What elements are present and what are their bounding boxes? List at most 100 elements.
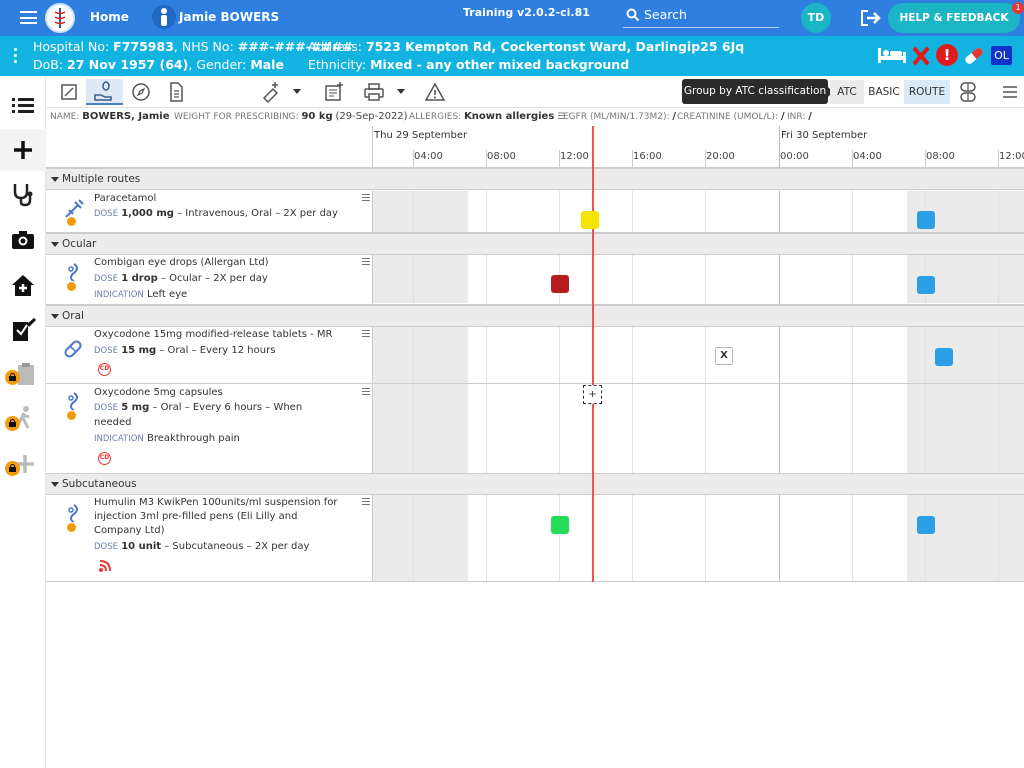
search-label: Search: [644, 7, 687, 22]
pill-icon[interactable]: [962, 44, 986, 68]
current-time-line: [592, 126, 594, 582]
route-badge-icon: [66, 216, 77, 227]
version-label: Training v2.0.2-ci.81: [463, 6, 590, 19]
basic-group-button[interactable]: BASIC: [866, 80, 902, 104]
dose-line: DOSE 1 drop – Ocular – 2X per day: [94, 273, 268, 284]
document-icon[interactable]: [164, 80, 188, 104]
timeline-divider: [372, 126, 373, 168]
time-tick: 12:00: [999, 151, 1024, 162]
row-menu-icon[interactable]: [362, 194, 370, 201]
dose-scheduled-marker[interactable]: [917, 276, 935, 294]
print-icon[interactable]: [362, 80, 386, 104]
medication-row[interactable]: Humulin M3 KwikPen 100units/ml suspensio…: [46, 494, 1024, 582]
row-menu-icon[interactable]: [362, 388, 370, 395]
hand-pill-icon: [94, 81, 112, 101]
chevron-down-icon[interactable]: [293, 89, 301, 94]
info-egfr: EGFR (ML/MIN/1.73M2): /: [563, 111, 677, 122]
route-badge-icon: [66, 522, 77, 533]
medication-name-cont: Company Ltd): [94, 525, 165, 536]
controlled-drug-icon: CD: [98, 363, 111, 376]
bed-icon[interactable]: [877, 46, 907, 64]
row-menu-icon[interactable]: [362, 330, 370, 337]
dose-given-marker[interactable]: [551, 516, 569, 534]
time-tick: 00:00: [780, 151, 809, 162]
user-avatar[interactable]: TD: [801, 3, 831, 33]
home-link[interactable]: Home: [90, 10, 129, 24]
dose-line: DOSE 10 unit – Subcutaneous – 2X per day: [94, 541, 310, 552]
medication-row[interactable]: Oxycodone 15mg modified-release tablets …: [46, 326, 1024, 384]
list-icon[interactable]: [9, 92, 37, 120]
medication-row[interactable]: Paracetamol DOSE 1,000 mg – Intravenous,…: [46, 190, 1024, 233]
camera-icon[interactable]: [9, 226, 37, 254]
time-tick: 12:00: [560, 151, 589, 162]
group-subcutaneous[interactable]: Subcutaneous: [46, 473, 1024, 495]
lock-icon: [5, 416, 20, 431]
logout-icon[interactable]: [860, 9, 882, 27]
add-dose-button[interactable]: +: [583, 385, 602, 404]
time-tick: 20:00: [706, 151, 735, 162]
caret-down-icon: [51, 482, 59, 487]
caret-down-icon: [51, 177, 59, 182]
atc-group-button[interactable]: ATC: [830, 80, 864, 104]
home-medical-icon[interactable]: [9, 271, 37, 299]
add-prescription-icon[interactable]: [258, 80, 282, 104]
stethoscope-icon[interactable]: [9, 180, 37, 208]
hospital-number: Hospital No: F775983, NHS No: ###-###-##…: [33, 39, 353, 54]
kebab-menu-icon[interactable]: [14, 48, 18, 64]
route-group-button[interactable]: ROUTE: [904, 80, 950, 104]
lock-icon: [5, 370, 20, 385]
patient-name-header[interactable]: Jamie BOWERS: [179, 10, 279, 24]
administer-tab[interactable]: [86, 79, 123, 105]
medication-row[interactable]: Oxycodone 5mg capsules DOSE 5 mg – Oral …: [46, 384, 1024, 474]
time-tick: 16:00: [633, 151, 662, 162]
info-allergies[interactable]: ALLERGIES: Known allergies ☰: [409, 111, 565, 122]
medication-name: Combigan eye drops (Allergan Ltd): [94, 257, 269, 268]
edit-document-icon[interactable]: [9, 316, 37, 344]
group-oral[interactable]: Oral: [46, 305, 1024, 327]
row-menu-icon[interactable]: [362, 498, 370, 505]
row-menu-icon[interactable]: [362, 258, 370, 265]
hamburger-icon[interactable]: [998, 80, 1022, 104]
app: Home Jamie BOWERS Training v2.0.2-ci.81 …: [0, 0, 1024, 768]
info-creatinine: CREATININE (UMOL/L): /: [677, 111, 785, 122]
dose-due-marker[interactable]: [581, 211, 599, 229]
calendar-add-icon[interactable]: [322, 80, 346, 104]
help-feedback-button[interactable]: HELP & FEEDBACK: [888, 3, 1020, 33]
dose-scheduled-marker[interactable]: [917, 211, 935, 229]
frame-icon[interactable]: [57, 80, 81, 104]
dose-omitted-marker[interactable]: X: [715, 347, 733, 365]
medication-row[interactable]: Combigan eye drops (Allergan Ltd) DOSE 1…: [46, 254, 1024, 305]
top-bar: Home Jamie BOWERS Training v2.0.2-ci.81 …: [0, 0, 1024, 36]
dose-scheduled-marker[interactable]: [917, 516, 935, 534]
dose-missed-marker[interactable]: [551, 275, 569, 293]
group-ocular[interactable]: Ocular: [46, 233, 1024, 255]
day-label: Fri 30 September: [781, 130, 868, 141]
alert-icon[interactable]: !: [936, 44, 958, 66]
time-tick: 08:00: [926, 151, 955, 162]
capsule-icon[interactable]: [956, 80, 980, 104]
medication-name: Oxycodone 15mg modified-release tablets …: [94, 329, 333, 340]
compass-icon[interactable]: [129, 80, 153, 104]
resus-x-icon[interactable]: [912, 46, 930, 66]
tooltip: Group by ATC classification: [682, 79, 828, 104]
dob-gender: DoB: 27 Nov 1957 (64), Gender: Male: [33, 57, 284, 72]
search-box[interactable]: Search: [623, 4, 779, 28]
info-inr: INR: /: [787, 111, 812, 122]
time-tick: 04:00: [853, 151, 882, 162]
ol-badge[interactable]: OL: [991, 46, 1012, 65]
day-label: Thu 29 September: [374, 130, 468, 141]
indication-line: INDICATION Breakthrough pain: [94, 433, 240, 444]
app-logo[interactable]: [45, 3, 75, 33]
dose-line-cont: needed: [94, 417, 132, 428]
warning-icon[interactable]: [423, 80, 447, 104]
patient-banner: Hospital No: F775983, NHS No: ###-###-##…: [0, 36, 1024, 76]
medication-name: Humulin M3 KwikPen 100units/ml suspensio…: [94, 497, 338, 508]
timeline-header: Thu 29 September Fri 30 September 04:00 …: [46, 126, 1024, 168]
add-icon[interactable]: [9, 136, 37, 164]
patient-info-strip: NAME: BOWERS, Jamie WEIGHT FOR PRESCRIBI…: [46, 108, 1024, 126]
side-nav: [0, 76, 46, 768]
group-multiple-routes[interactable]: Multiple routes: [46, 168, 1024, 190]
hamburger-icon[interactable]: [20, 11, 37, 24]
chevron-down-icon[interactable]: [397, 89, 405, 94]
dose-scheduled-marker[interactable]: [935, 348, 953, 366]
